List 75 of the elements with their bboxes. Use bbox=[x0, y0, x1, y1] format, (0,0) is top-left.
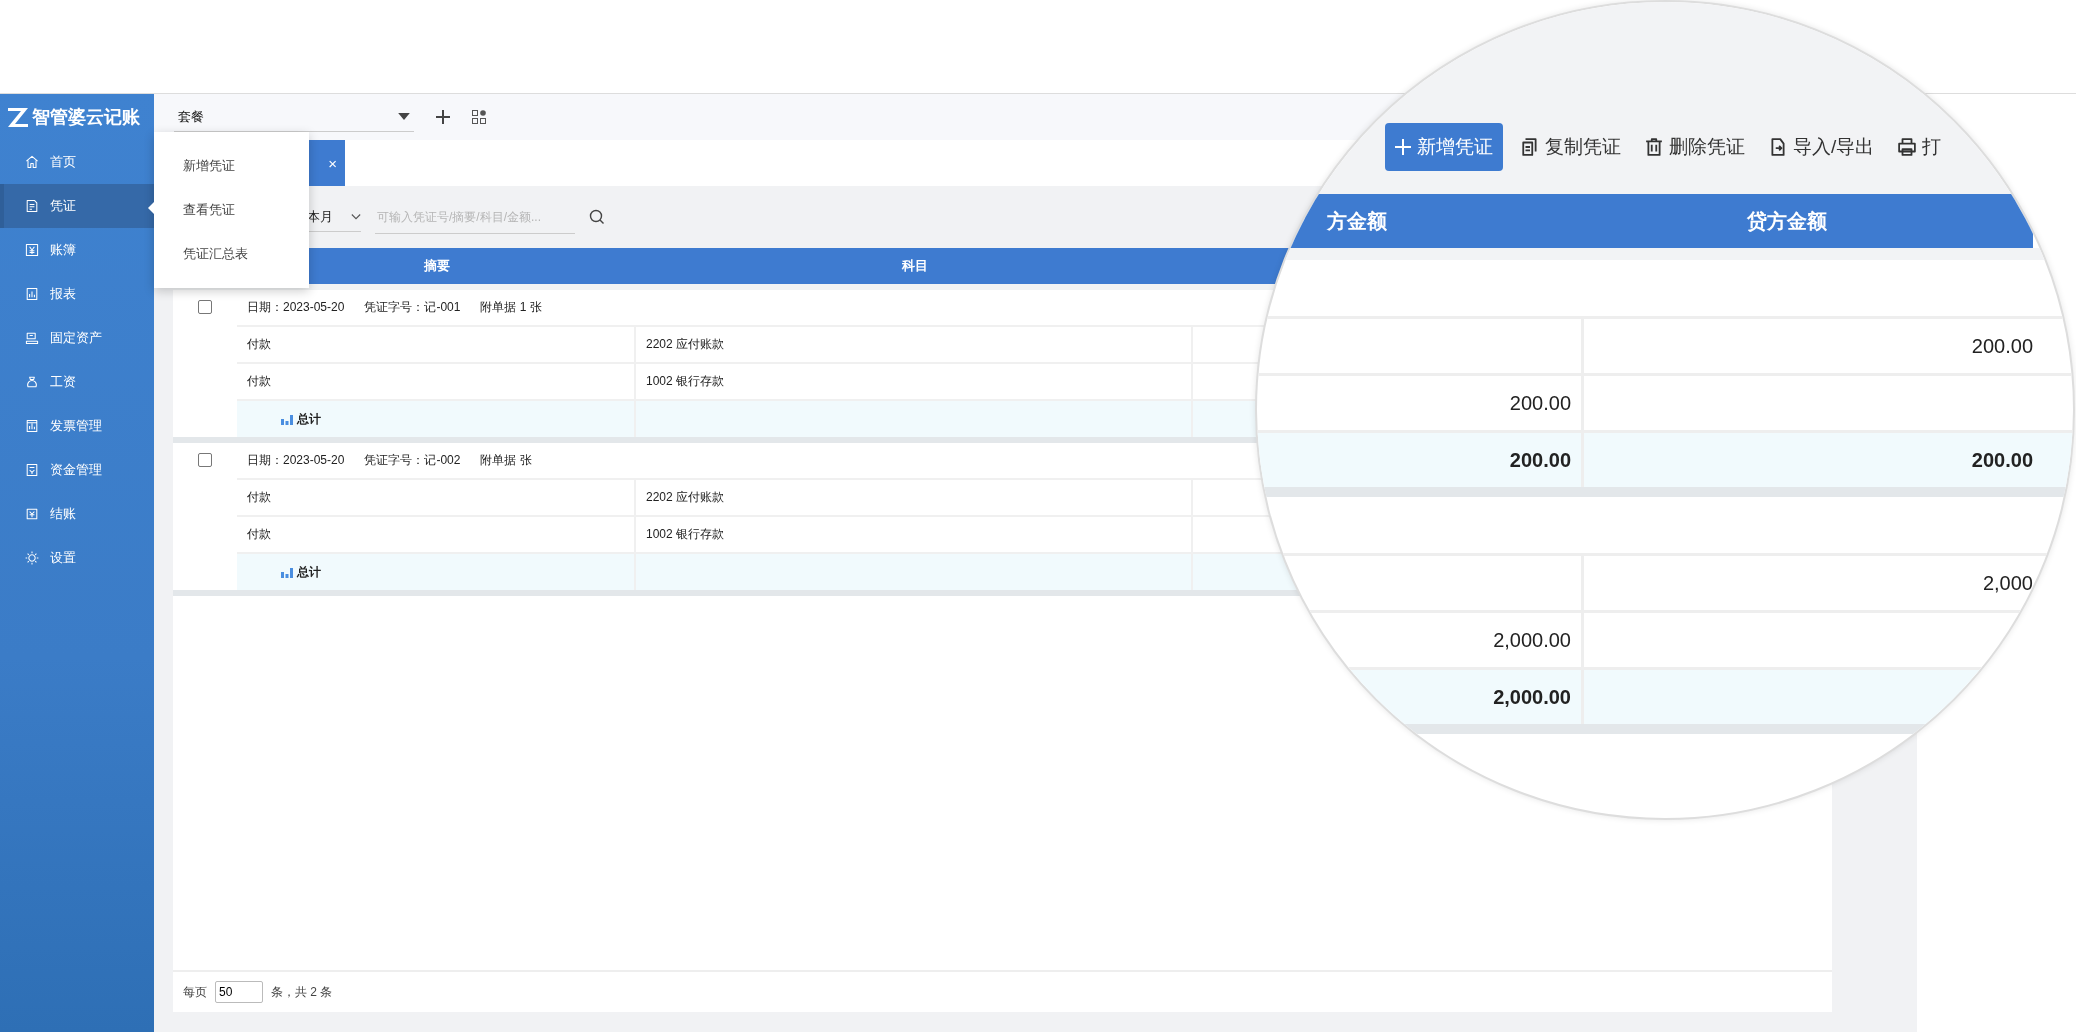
plus-icon bbox=[1395, 139, 1411, 155]
logo-text: 智管婆云记账 bbox=[32, 106, 140, 129]
bar-chart-icon bbox=[281, 413, 293, 425]
voucher-number: 凭证字号：记-002 bbox=[364, 452, 461, 469]
copy-icon bbox=[1521, 138, 1539, 156]
per-page-label: 每页 bbox=[183, 983, 207, 1001]
sidebar-item[interactable]: 工资 bbox=[0, 360, 154, 404]
money-bag-icon bbox=[24, 374, 40, 390]
total-label: 总计 bbox=[297, 410, 321, 428]
sidebar-item[interactable]: 账簿 bbox=[0, 228, 154, 272]
sidebar-item[interactable]: 结账 bbox=[0, 492, 154, 536]
table-cell: 1002 银行存款 bbox=[636, 517, 1193, 552]
sidebar-item[interactable]: 发票管理 bbox=[0, 404, 154, 448]
document-icon bbox=[24, 462, 40, 478]
chart-icon bbox=[24, 286, 40, 302]
sidebar-item[interactable]: 设置 bbox=[0, 536, 154, 580]
sidebar-item[interactable]: 凭证 bbox=[0, 184, 154, 228]
voucher-date: 日期：2023-05-20 bbox=[247, 299, 345, 316]
table-cell: 付款 bbox=[237, 517, 636, 552]
grid-icon[interactable] bbox=[472, 110, 486, 124]
bar-chart-icon bbox=[24, 418, 40, 434]
logo-icon bbox=[6, 105, 30, 129]
attachment-count: 附单据 1 张 bbox=[480, 299, 542, 316]
delete-icon bbox=[1645, 138, 1663, 156]
yen-check-icon bbox=[24, 506, 40, 522]
yen-ledger-icon bbox=[24, 242, 40, 258]
toolbar-button[interactable]: 复制凭证 bbox=[1515, 123, 1627, 171]
total-label: 总计 bbox=[297, 563, 321, 581]
settings-icon bbox=[24, 550, 40, 566]
amount-cell: 200.00 bbox=[1509, 391, 1571, 415]
toolbar-button[interactable]: 导入/导出 bbox=[1763, 123, 1881, 171]
document-edit-icon bbox=[24, 198, 40, 214]
per-page-field[interactable]: 50 bbox=[215, 981, 263, 1003]
bar-chart-icon bbox=[281, 566, 293, 578]
menu-item[interactable]: 新增凭证 bbox=[154, 144, 309, 188]
table-cell: 2202 应付账款 bbox=[636, 480, 1193, 515]
voucher-number: 凭证字号：记-001 bbox=[364, 299, 461, 316]
print-icon bbox=[1898, 138, 1917, 156]
table-cell: 2202 应付账款 bbox=[636, 327, 1193, 362]
search-icon[interactable] bbox=[589, 209, 605, 225]
toolbar-button[interactable]: 打 bbox=[1892, 123, 1948, 171]
menu-item[interactable]: 凭证汇总表 bbox=[154, 232, 309, 276]
sidebar-item[interactable]: 资金管理 bbox=[0, 448, 154, 492]
column-header: 贷方金额 bbox=[1747, 208, 1827, 234]
caret-icon bbox=[398, 113, 410, 120]
sidebar-item[interactable]: 首页 bbox=[0, 140, 154, 184]
close-button[interactable]: × bbox=[328, 154, 337, 172]
table-cell: 1002 银行存款 bbox=[636, 364, 1193, 399]
sidebar-item[interactable]: 报表 bbox=[0, 272, 154, 316]
total-amount: 2,000.00 bbox=[1493, 685, 1571, 709]
amount-cell: 2,000.00 bbox=[1493, 628, 1571, 652]
table-cell: 付款 bbox=[237, 364, 636, 399]
plus-icon[interactable] bbox=[436, 110, 450, 124]
column-header: 科目 bbox=[901, 257, 928, 275]
amount-cell: 2,000 bbox=[1982, 571, 2033, 595]
checkbox[interactable] bbox=[198, 453, 212, 467]
total-amount: 200.00 bbox=[1509, 448, 1571, 472]
column-header: 方金额 bbox=[1327, 208, 1388, 234]
sidebar-item[interactable]: 固定资产 bbox=[0, 316, 154, 360]
total-count: 条，共 2 条 bbox=[271, 983, 333, 1001]
amount-cell: 200.00 bbox=[1971, 334, 2033, 358]
checkbox[interactable] bbox=[198, 300, 212, 314]
voucher-date: 日期：2023-05-20 bbox=[247, 452, 345, 469]
menu-item[interactable]: 查看凭证 bbox=[154, 188, 309, 232]
table-cell: 付款 bbox=[237, 327, 636, 362]
attachment-count: 附单据 张 bbox=[480, 452, 532, 469]
toolbar-button[interactable]: 删除凭证 bbox=[1639, 123, 1751, 171]
home-icon bbox=[24, 154, 40, 170]
table-cell: 付款 bbox=[237, 480, 636, 515]
toolbar-button[interactable]: 新增凭证 bbox=[1385, 123, 1503, 171]
export-icon bbox=[1769, 138, 1787, 156]
total-amount: 200.00 bbox=[1971, 448, 2033, 472]
chevron-down-icon bbox=[351, 212, 361, 221]
column-header: 摘要 bbox=[423, 257, 450, 275]
computer-icon bbox=[24, 330, 40, 346]
